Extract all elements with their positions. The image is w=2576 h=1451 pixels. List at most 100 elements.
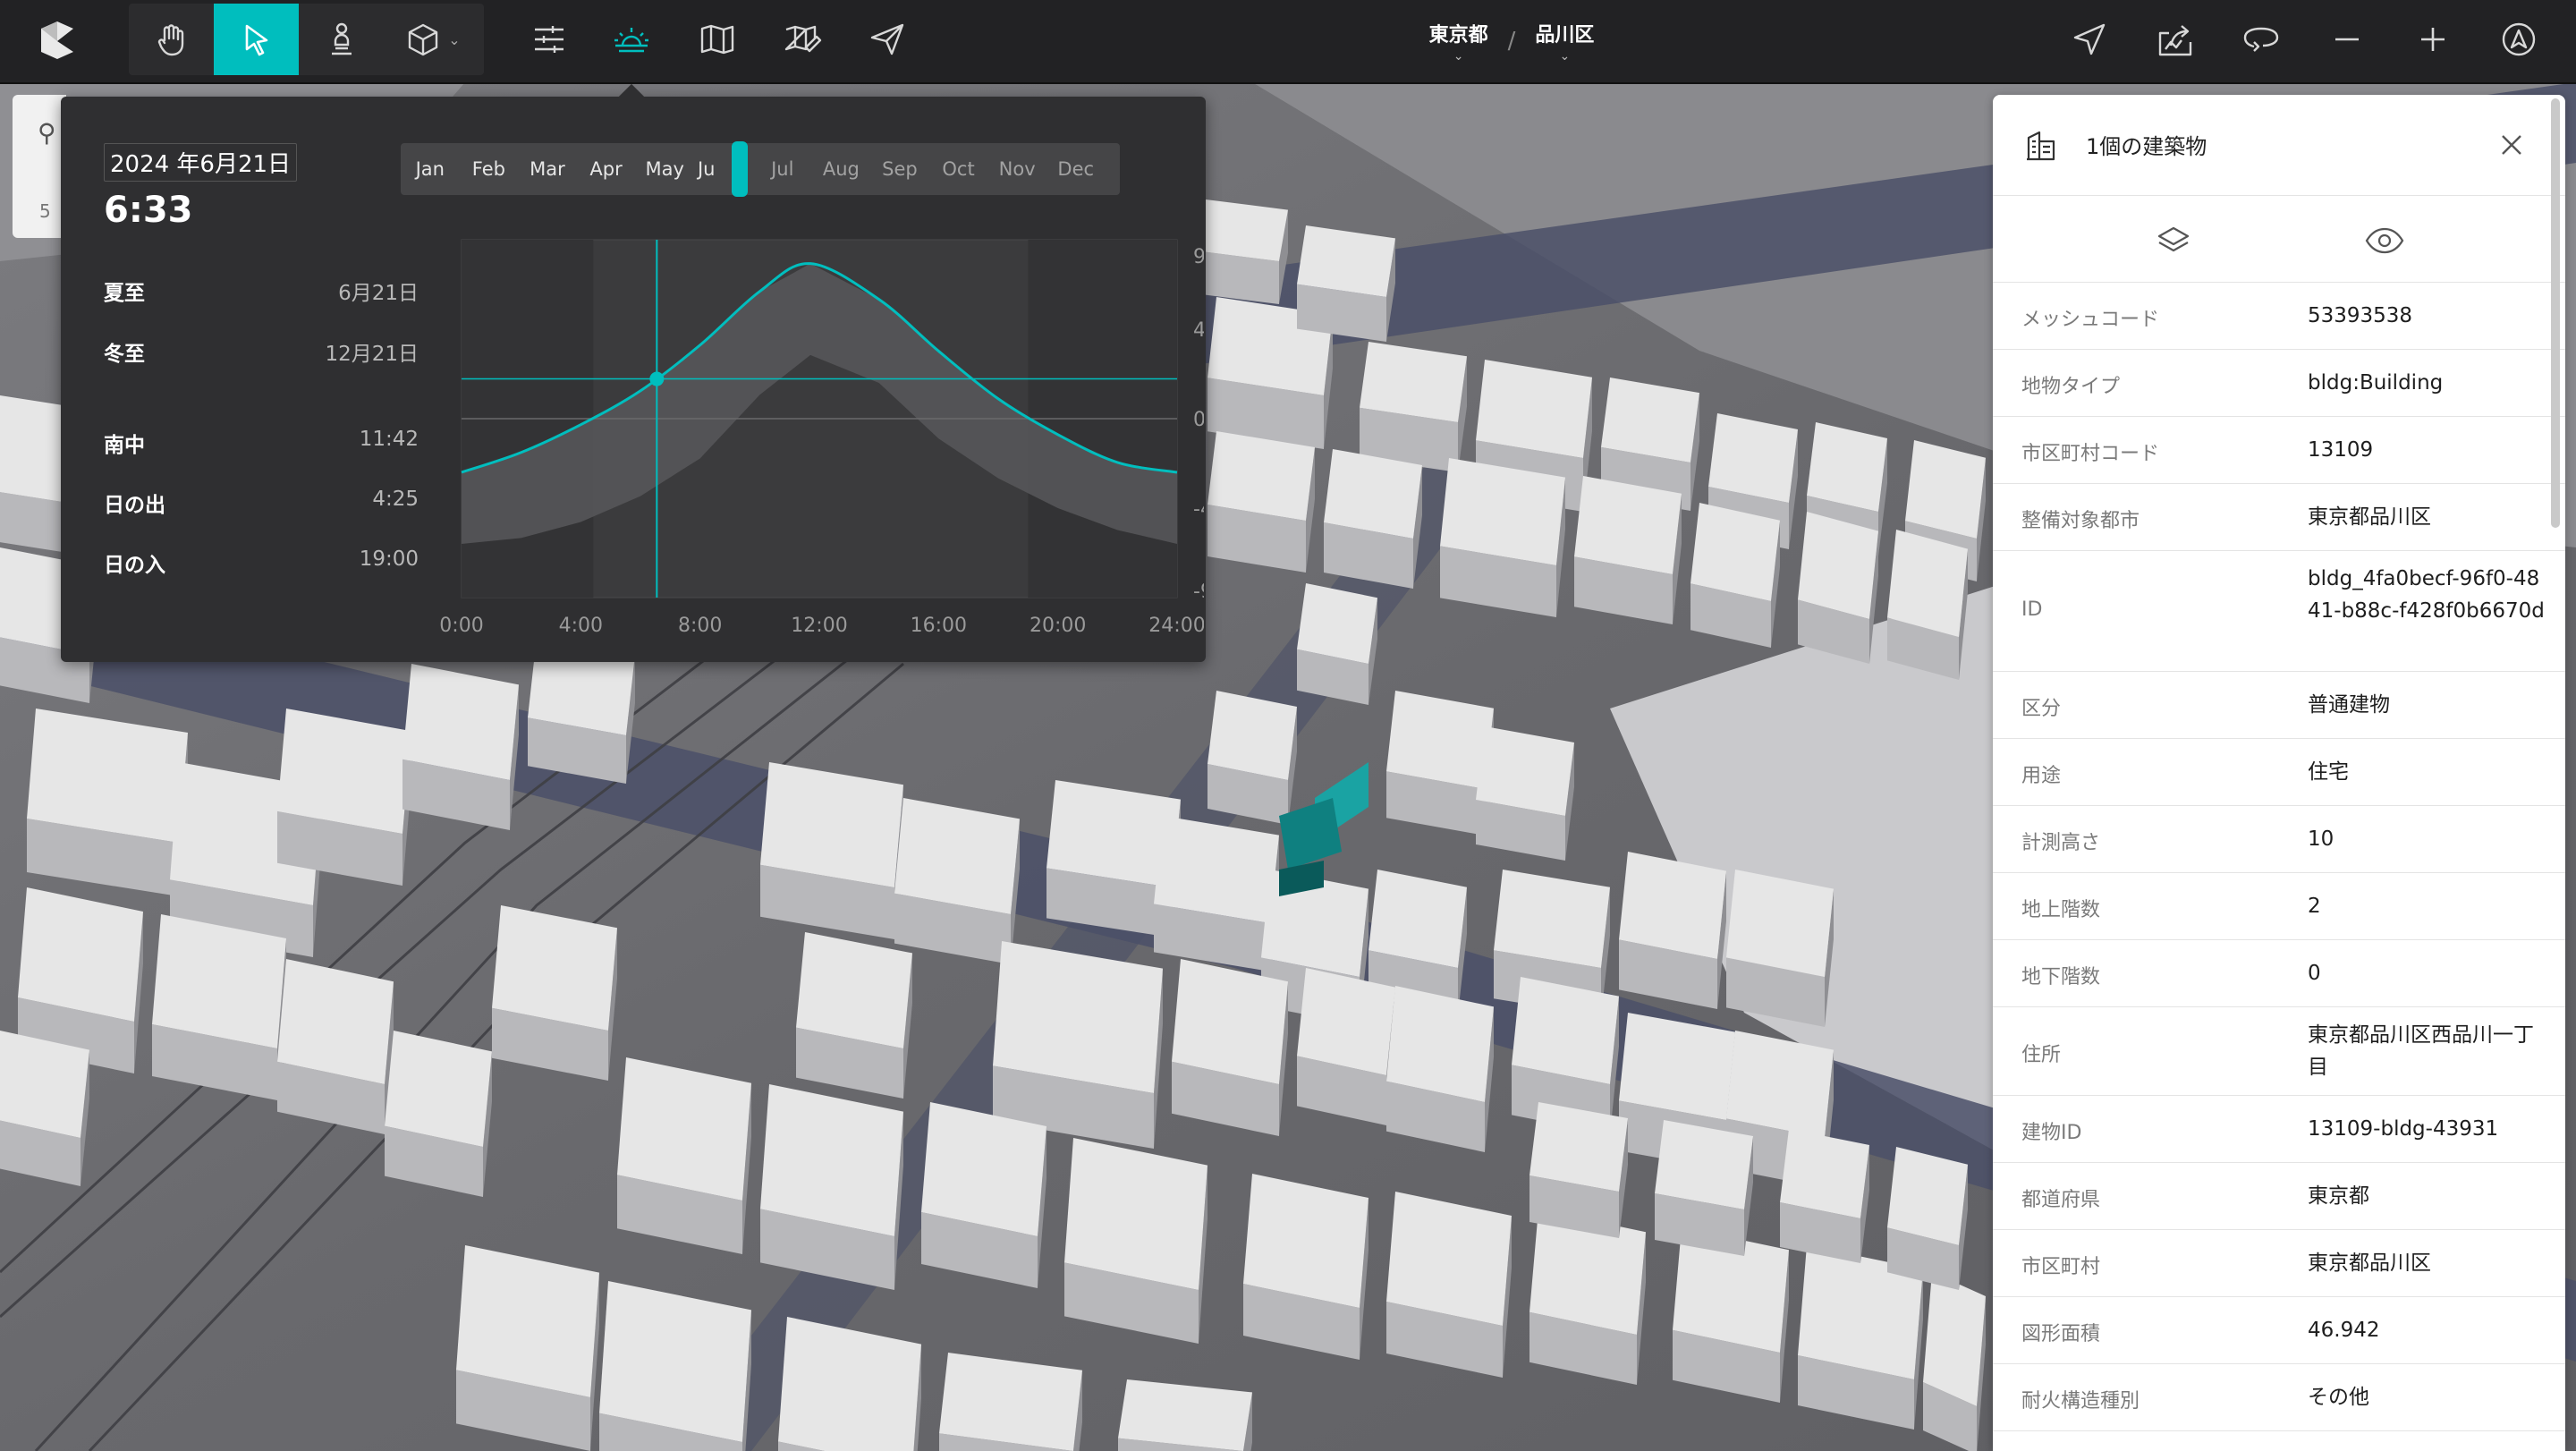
sun-elevation-chart-svg[interactable]: 0:00 4:00 8:00 12:00 16:00 20:00 24:00 90° 45° 0°… [399,231,1235,651]
send-button[interactable] [852,4,923,75]
attribute-row: 建物ID 13109-bldg-43931 [1993,1096,2565,1163]
month-slider[interactable]: Jan Feb Mar Apr May Ju Jul Aug Sep Oct N… [401,141,1120,197]
month-aug[interactable]: Aug [812,158,871,180]
zoom-out-button[interactable] [2311,4,2383,75]
attribute-value: bldg:Building [2308,371,2444,395]
attribute-key: 耐火構造種別 [2021,1390,2140,1413]
building-roof[interactable] [1887,1147,1968,1245]
map-layers-button[interactable] [682,4,753,75]
attribute-value: 13109 [2308,438,2374,462]
tab-layers[interactable] [2156,223,2191,259]
x-tick-label: 24:00 [1148,615,1204,637]
attribute-key: 図形面積 [2021,1323,2101,1345]
month-apr[interactable]: Apr [577,158,636,180]
layers-icon [2157,226,2190,252]
attribute-key: 住所 [2021,1044,2062,1066]
month-slider-handle[interactable] [732,141,748,197]
building-roof[interactable] [1780,1129,1869,1218]
current-time: 6:33 [104,190,193,231]
stat-label: 南中 [104,434,145,457]
tab-visibility[interactable] [2365,223,2404,259]
search-result-count: 5 [39,200,51,222]
close-button[interactable] [2494,127,2529,163]
zoom-out-icon [2335,38,2359,41]
hand-tool-button[interactable] [129,4,214,75]
top-toolbar: ⌄ 東京都 ⌄ / 品川区 ⌄ [0,0,2576,84]
zoom-in-button[interactable] [2397,4,2469,75]
sun-elevation-chart[interactable]: 0:00 4:00 8:00 12:00 16:00 20:00 24:00 90° 45° 0°… [399,231,1235,655]
3d-object-tool-button[interactable]: ⌄ [384,4,484,75]
attribute-row: 住所 東京都品川区西品川一丁目 [1993,1007,2565,1096]
building-roof[interactable] [1923,1272,1986,1406]
x-tick-label: 4:00 [559,615,603,637]
send-icon [870,23,904,55]
story-button[interactable] [767,4,839,75]
settings-button[interactable] [513,4,585,75]
attribute-key: 計測高さ [2021,832,2101,854]
attribute-row: 地上階数 2 [1993,873,2565,940]
attribute-value: その他 [2308,1386,2369,1409]
breadcrumb-prefecture[interactable]: 東京都 ⌄ [1429,19,1488,64]
export-button[interactable] [2140,4,2211,75]
y-tick-label: 0° [1193,409,1204,431]
month-may[interactable]: May [635,158,694,180]
breadcrumb-separator: / [1507,28,1516,55]
month-sep[interactable]: Sep [870,158,929,180]
month-nov[interactable]: Nov [987,158,1046,180]
attribute-key: メッシュコード [2021,309,2160,331]
building-roof[interactable] [1297,583,1377,664]
month-mar[interactable]: Mar [518,158,577,180]
month-feb[interactable]: Feb [460,158,519,180]
attribute-key: 市区町村 [2021,1256,2101,1278]
pointer-icon [245,24,267,56]
search-panel-collapsed[interactable]: ⚲ 5 [13,95,66,238]
building-roof[interactable] [1708,413,1798,503]
rotate-button[interactable] [2225,4,2297,75]
undo-icon [2243,27,2279,52]
inspector-scrollbar[interactable] [2551,98,2560,528]
stat-label: 日の出 [104,494,165,517]
x-tick-label: 8:00 [678,615,722,637]
month-jul[interactable]: Jul [753,158,812,180]
month-oct[interactable]: Oct [929,158,988,180]
attribute-value: 東京都品川区西品川一丁目 [2308,1023,2534,1079]
attribute-value: 2 [2308,895,2321,918]
attribute-key: 地上階数 [2021,899,2101,921]
attribute-key: 用途 [2021,765,2062,787]
pedestrian-tool-button[interactable] [299,4,384,75]
breadcrumb-city[interactable]: 品川区 ⌄ [1535,19,1594,64]
attribute-value: 46.942 [2308,1319,2380,1342]
building-roof[interactable] [1798,512,1878,619]
building-roof[interactable] [1887,530,1968,637]
attribute-value: bldg_4fa0becf-96f0-4841-b88c-f428f0b6670… [2308,567,2545,623]
select-tool-button[interactable] [214,4,299,75]
building-icon [2025,129,2057,165]
stat-label: 冬至 [104,343,145,366]
month-jan[interactable]: Jan [401,158,460,180]
my-location-button[interactable] [2054,4,2125,75]
attribute-row: 地下階数 0 [1993,940,2565,1007]
app-logo-icon[interactable] [39,20,75,61]
navigation-tool-group: ⌄ [129,4,484,75]
building-roof[interactable] [1905,440,1986,539]
date-picker-input[interactable]: 2024 年6月21日 [104,143,298,182]
hand-icon [157,24,183,56]
attribute-row: 市区町村コード 13109 [1993,417,2565,484]
building-roof[interactable] [1690,503,1780,601]
month-dec[interactable]: Dec [1046,158,1106,180]
share-icon [2158,25,2192,56]
building-roof[interactable] [1807,422,1887,512]
inspector-title: 1個の建築物 [2086,134,2207,159]
building-roof[interactable] [1208,691,1297,780]
attribute-row: 都道府県 東京都 [1993,1163,2565,1230]
attribute-row: 整備対象都市 東京都品川区 [1993,484,2565,551]
search-icon[interactable]: ⚲ [38,118,56,148]
attribute-value: 東京都 [2308,1184,2369,1208]
compass-button[interactable] [2483,4,2555,75]
attribute-key: 建物ID [2021,1122,2082,1144]
attribute-row: 図形面積 46.942 [1993,1297,2565,1364]
month-jun[interactable]: Ju [694,158,733,180]
attribute-key: 区分 [2021,698,2062,720]
sun-shadow-button[interactable] [596,4,667,75]
attribute-row: 用途 住宅 [1993,739,2565,806]
